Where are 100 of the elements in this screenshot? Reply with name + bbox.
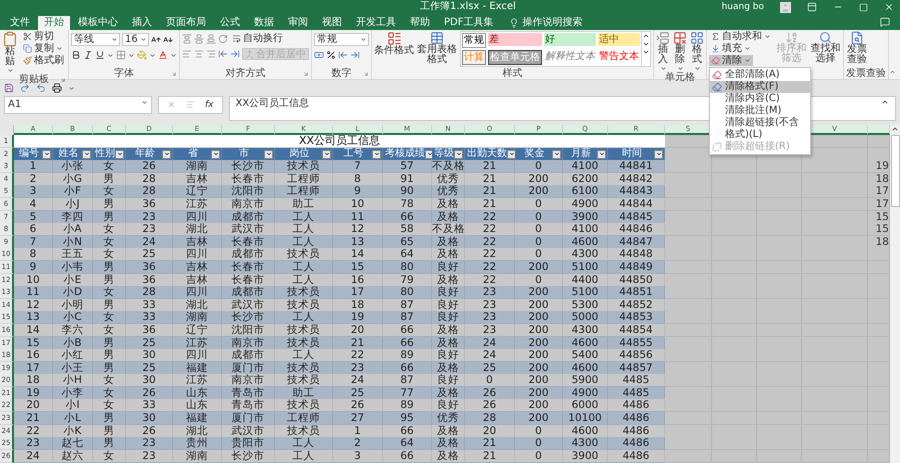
- table-cell: 5000: [563, 311, 608, 324]
- border-icon[interactable]: [116, 50, 126, 60]
- ribbon-tab[interactable]: 模板中心: [72, 16, 124, 30]
- format-painter-button[interactable]: 格式刷: [21, 55, 66, 66]
- underline-icon[interactable]: [95, 50, 105, 60]
- bold-icon[interactable]: [71, 50, 81, 60]
- find-select-button[interactable]: 查找和选择: [810, 31, 841, 64]
- align-bottom-icon[interactable]: [206, 34, 216, 44]
- filter-button[interactable]: [552, 150, 561, 159]
- table-cell: 4300: [563, 324, 608, 337]
- filter-button[interactable]: [82, 150, 91, 159]
- dialog-launcher-icon[interactable]: [363, 71, 369, 77]
- ribbon-display-icon[interactable]: [807, 2, 817, 12]
- filter-button[interactable]: [372, 150, 381, 159]
- scroll-up-icon[interactable]: [642, 32, 650, 40]
- italic-icon[interactable]: [83, 50, 93, 60]
- print-preview-icon[interactable]: [52, 83, 62, 93]
- invoice-check-button[interactable]: 发票查验: [846, 31, 868, 65]
- filter-button[interactable]: [654, 150, 663, 159]
- table-cell: 21: [14, 412, 53, 426]
- grow-font-icon[interactable]: [151, 34, 161, 44]
- format-as-table-button[interactable]: 套用表格格式: [417, 31, 457, 65]
- menu-item[interactable]: 清除内容(C): [710, 93, 810, 105]
- conditional-formatting-button[interactable]: 条件格式: [374, 31, 414, 56]
- dialog-launcher-icon[interactable]: [171, 71, 177, 77]
- scrollbar-thumb[interactable]: [890, 135, 900, 207]
- shrink-font-icon[interactable]: [163, 34, 173, 44]
- filter-button[interactable]: [115, 150, 124, 159]
- table-cell: 男: [93, 349, 126, 362]
- name-box[interactable]: A1: [4, 96, 152, 114]
- filter-button[interactable]: [454, 150, 463, 159]
- filter-button[interactable]: [211, 150, 220, 159]
- tell-me-search[interactable]: 操作说明搜索: [522, 16, 582, 30]
- currency-icon[interactable]: [314, 50, 324, 60]
- percent-icon[interactable]: [326, 50, 336, 60]
- menu-item[interactable]: 清除批注(M): [710, 105, 810, 117]
- ribbon-tab[interactable]: 公式: [214, 16, 246, 30]
- autosum-button[interactable]: 自动求和: [709, 31, 773, 42]
- ribbon-tab[interactable]: 插入: [126, 16, 158, 30]
- avatar-icon[interactable]: [780, 2, 791, 12]
- cell-style-swatch[interactable]: 警告文本: [598, 50, 640, 63]
- menu-item[interactable]: 清除格式(F): [710, 81, 810, 93]
- cell-style-swatch[interactable]: 差: [488, 33, 542, 46]
- insert-function-button[interactable]: fx: [205, 100, 214, 110]
- save-icon[interactable]: [4, 83, 14, 93]
- orientation-icon[interactable]: [218, 34, 228, 44]
- filter-button[interactable]: [42, 150, 51, 159]
- dialog-launcher-icon[interactable]: [303, 71, 309, 77]
- increase-indent-icon[interactable]: [230, 49, 240, 59]
- format-button[interactable]: 格式: [690, 31, 704, 72]
- ribbon-tab[interactable]: 页面布局: [160, 16, 212, 30]
- close-icon[interactable]: [884, 2, 894, 12]
- font-color-icon[interactable]: [158, 50, 168, 60]
- cell-style-swatch[interactable]: 适中: [598, 33, 640, 46]
- scroll-down-icon[interactable]: [642, 40, 650, 48]
- comment-icon[interactable]: [880, 17, 890, 27]
- table-cell: [868, 437, 890, 450]
- insert-button[interactable]: 插入: [656, 31, 670, 72]
- ribbon-tab[interactable]: 数据: [248, 16, 280, 30]
- filter-button[interactable]: [264, 150, 273, 159]
- more-icon[interactable]: [642, 48, 650, 56]
- dialog-launcher-icon[interactable]: [60, 77, 66, 83]
- ribbon-tab[interactable]: 视图: [316, 16, 348, 30]
- fill-button[interactable]: 填充: [709, 43, 773, 54]
- ribbon-tab[interactable]: 文件: [4, 16, 36, 30]
- ribbon-tab[interactable]: PDF工具集: [438, 16, 500, 30]
- column-header[interactable]: [868, 125, 890, 135]
- scroll-up-icon[interactable]: [891, 125, 899, 133]
- font-size-select[interactable]: 16: [122, 33, 149, 46]
- redo-icon[interactable]: [20, 83, 30, 93]
- cell-style-swatch[interactable]: 好: [544, 33, 596, 46]
- maximize-icon[interactable]: [859, 2, 868, 12]
- copy-button[interactable]: 复制: [21, 43, 66, 54]
- paste-button[interactable]: 粘贴: [2, 31, 18, 74]
- font-name-select[interactable]: 等线: [71, 33, 120, 46]
- table-cell: 长春市: [222, 236, 275, 249]
- table-cell: 工人: [275, 210, 333, 224]
- cell-style-swatch[interactable]: 解释性文本: [544, 50, 596, 63]
- table-cell: 小张: [53, 160, 93, 174]
- ribbon-tab[interactable]: 审阅: [282, 16, 314, 30]
- align-middle-icon[interactable]: [194, 34, 204, 44]
- menu-item[interactable]: 全部清除(A): [710, 69, 810, 81]
- cut-button[interactable]: 剪切: [21, 31, 66, 42]
- number-format-select[interactable]: 常规: [314, 33, 369, 46]
- align-top-icon[interactable]: [182, 34, 192, 44]
- filter-button[interactable]: [322, 150, 331, 159]
- wrap-text-button[interactable]: 自动换行: [230, 33, 285, 44]
- ribbon-tab[interactable]: 开始: [38, 16, 70, 30]
- cell-style-swatch[interactable]: 常规: [462, 33, 486, 48]
- clear-button[interactable]: 清除: [709, 55, 753, 66]
- ribbon-tab[interactable]: 开发工具: [350, 16, 402, 30]
- undo-icon[interactable]: [36, 83, 46, 93]
- menu-item[interactable]: 清除超链接(不含格式)(L): [710, 117, 810, 141]
- filter-button[interactable]: [597, 150, 606, 159]
- delete-button[interactable]: 删除: [673, 31, 687, 72]
- vertical-scrollbar[interactable]: [890, 125, 900, 463]
- fill-color-icon[interactable]: [137, 50, 147, 60]
- ribbon-tab[interactable]: 帮助: [404, 16, 436, 30]
- filter-button[interactable]: [162, 150, 171, 159]
- decrease-indent-icon[interactable]: [218, 49, 228, 59]
